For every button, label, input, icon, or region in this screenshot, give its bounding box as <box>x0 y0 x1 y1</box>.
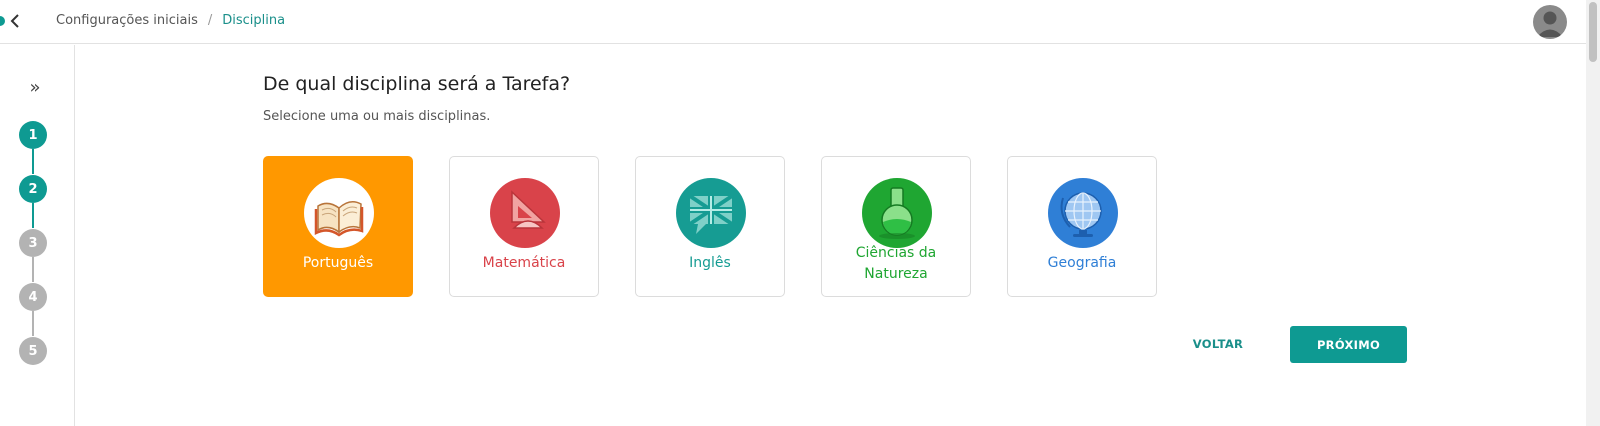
step-4[interactable]: 4 <box>19 283 47 311</box>
avatar[interactable] <box>1533 5 1567 39</box>
page-title: De qual disciplina será a Tarefa? <box>263 73 571 95</box>
step-5[interactable]: 5 <box>19 337 47 365</box>
subject-label: Matemática <box>482 255 566 271</box>
page-subtitle: Selecione uma ou mais disciplinas. <box>263 109 491 124</box>
globe-icon <box>1048 178 1118 248</box>
step-connector <box>32 257 34 282</box>
subject-label: Geografia <box>1047 255 1117 271</box>
subject-label: Inglês <box>689 255 731 271</box>
back-arrow-icon[interactable] <box>6 10 24 32</box>
step-1[interactable]: 1 <box>19 121 47 149</box>
flask-icon <box>862 178 932 248</box>
user-icon <box>1537 11 1563 37</box>
breadcrumb: Configurações iniciais / Disciplina <box>56 13 285 28</box>
breadcrumb-separator: / <box>207 13 213 28</box>
subject-card-matematica[interactable]: Matemática <box>449 156 599 297</box>
step-connector <box>32 149 34 174</box>
set-square-icon <box>490 178 560 248</box>
back-button[interactable]: VOLTAR <box>1180 326 1256 362</box>
step-connector <box>32 203 34 228</box>
next-button[interactable]: PRÓXIMO <box>1290 326 1407 363</box>
subject-card-geografia[interactable]: Geografia <box>1007 156 1157 297</box>
top-bar: Configurações iniciais / Disciplina <box>0 0 1600 44</box>
scrollbar[interactable] <box>1586 0 1600 426</box>
step-2[interactable]: 2 <box>19 175 47 203</box>
expand-sidebar-icon[interactable]: » <box>25 79 45 97</box>
breadcrumb-item-disciplina: Disciplina <box>222 13 286 28</box>
subject-label: Português <box>302 255 374 271</box>
breadcrumb-item-configuracoes[interactable]: Configurações iniciais <box>56 13 198 28</box>
edge-indicator <box>0 16 5 26</box>
subject-label: Ciências da Natureza <box>855 245 937 282</box>
subject-card-ciencias[interactable]: Ciências da Natureza <box>821 156 971 297</box>
step-sidebar: » 1 2 3 4 5 <box>0 45 75 426</box>
scrollbar-thumb[interactable] <box>1589 2 1597 62</box>
subject-card-portugues[interactable]: Português <box>263 156 413 297</box>
step-connector <box>32 311 34 336</box>
step-3[interactable]: 3 <box>19 229 47 257</box>
open-book-icon <box>304 178 374 248</box>
subject-card-ingles[interactable]: Inglês <box>635 156 785 297</box>
uk-flag-speech-bubble-icon <box>676 178 746 248</box>
